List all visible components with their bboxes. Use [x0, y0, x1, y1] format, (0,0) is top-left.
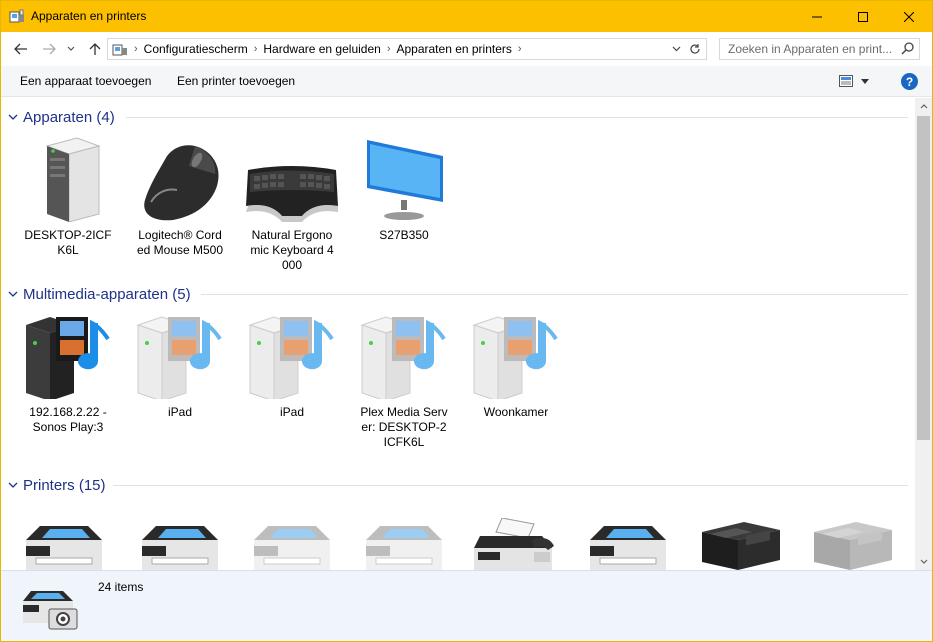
multifunction-printer-item[interactable]	[690, 502, 790, 570]
multifunction-printer-icon	[802, 502, 902, 570]
group-header-devices[interactable]: Apparaten (4)	[7, 107, 115, 127]
minimize-button[interactable]	[794, 1, 840, 32]
media-device-item[interactable]: Woonkamer	[466, 311, 566, 420]
media-device-label: 192.168.2.22 - Sonos Play:3	[29, 405, 107, 434]
back-button[interactable]	[12, 40, 30, 58]
change-view-button[interactable]	[839, 75, 869, 87]
media-device-icon	[354, 311, 454, 399]
computer-tower-icon	[18, 134, 118, 222]
device-item[interactable]: Logitech® Corded Mouse M500	[130, 134, 230, 258]
chevron-right-icon[interactable]: ›	[518, 43, 522, 55]
device-label: Natural Ergonomic Keyboard 4000	[250, 228, 334, 272]
fax-item[interactable]	[466, 502, 566, 570]
chevron-down-icon	[8, 291, 18, 297]
keyboard-icon	[242, 134, 342, 222]
item-count: 24 items	[98, 580, 144, 594]
group-title: Apparaten (4)	[23, 108, 115, 126]
printer-item[interactable]	[354, 502, 454, 570]
group-divider	[113, 485, 908, 486]
recent-locations-icon[interactable]	[64, 40, 78, 58]
devices-view: Apparaten (4) DESKTOP-2ICFK6L Logitech® …	[1, 98, 915, 570]
media-device-label: iPad	[167, 405, 193, 419]
media-device-item[interactable]: iPad	[130, 311, 230, 420]
refresh-icon[interactable]	[687, 41, 703, 57]
add-device-button[interactable]: Een apparaat toevoegen	[20, 74, 151, 88]
chevron-right-icon: ›	[386, 43, 391, 55]
scroll-down-icon[interactable]	[915, 553, 932, 570]
search-placeholder: Zoeken in Apparaten en print...	[728, 42, 893, 56]
monitor-icon	[354, 134, 454, 222]
search-icon[interactable]	[901, 42, 914, 58]
up-button[interactable]	[86, 40, 104, 58]
group-header-printers[interactable]: Printers (15)	[7, 475, 106, 495]
multifunction-printer-icon	[690, 502, 790, 570]
device-label: Logitech® Corded Mouse M500	[136, 228, 224, 257]
scrollbar-thumb[interactable]	[917, 116, 930, 440]
printer-icon	[242, 502, 342, 570]
title-bar[interactable]: Apparaten en printers	[1, 1, 932, 32]
breadcrumb-item[interactable]: Configuratiescherm	[144, 42, 248, 56]
device-item[interactable]: S27B350	[354, 134, 454, 243]
explorer-window: Apparaten en printers › Configuratiesche…	[0, 0, 933, 642]
device-item[interactable]: Natural Ergonomic Keyboard 4000	[242, 134, 342, 273]
printer-icon	[14, 502, 114, 570]
maximize-button[interactable]	[840, 1, 886, 32]
chevron-down-icon	[8, 482, 18, 488]
view-icon	[839, 75, 853, 87]
help-button[interactable]: ?	[901, 73, 918, 90]
device-label: DESKTOP-2ICFK6L	[24, 228, 112, 257]
printer-item[interactable]	[242, 502, 342, 570]
address-dropdown-icon[interactable]	[668, 41, 684, 57]
media-device-label: iPad	[279, 405, 305, 419]
chevron-right-icon: ›	[253, 43, 258, 55]
media-device-icon	[18, 311, 118, 399]
breadcrumb-item[interactable]: Apparaten en printers	[396, 42, 511, 56]
device-item[interactable]: DESKTOP-2ICFK6L	[18, 134, 118, 258]
breadcrumb: › Configuratiescherm › Hardware en gelui…	[108, 39, 528, 59]
media-device-icon	[466, 311, 566, 399]
group-divider	[201, 294, 908, 295]
address-row: › Configuratiescherm › Hardware en gelui…	[1, 32, 932, 66]
device-label: S27B350	[379, 228, 429, 242]
printer-item[interactable]	[14, 502, 114, 570]
close-button[interactable]	[886, 1, 932, 32]
media-device-icon	[130, 311, 230, 399]
media-device-item[interactable]: Plex Media Server: DESKTOP-2ICFK6L	[354, 311, 454, 450]
window-title: Apparaten en printers	[31, 9, 147, 23]
printer-item[interactable]	[578, 502, 678, 570]
mouse-icon	[130, 134, 230, 222]
media-device-item[interactable]: 192.168.2.22 - Sonos Play:3	[18, 311, 118, 435]
devices-printers-icon	[9, 9, 25, 24]
media-device-item[interactable]: iPad	[242, 311, 342, 420]
group-title: Printers (15)	[23, 476, 106, 494]
command-bar: Een apparaat toevoegen Een printer toevo…	[1, 66, 932, 97]
group-divider	[126, 117, 908, 118]
forward-button[interactable]	[40, 40, 58, 58]
search-input[interactable]: Zoeken in Apparaten en print...	[719, 38, 920, 60]
printer-camera-icon	[21, 587, 81, 636]
group-title: Multimedia-apparaten (5)	[23, 285, 191, 303]
chevron-down-icon	[861, 78, 869, 84]
media-device-label: Plex Media Server: DESKTOP-2ICFK6L	[360, 405, 448, 449]
control-panel-icon	[112, 42, 128, 57]
media-device-label: Woonkamer	[483, 405, 549, 419]
multifunction-printer-item[interactable]	[802, 502, 902, 570]
add-printer-button[interactable]: Een printer toevoegen	[177, 74, 295, 88]
chevron-right-icon: ›	[134, 43, 138, 55]
media-device-icon	[242, 311, 342, 399]
printer-icon	[354, 502, 454, 570]
details-pane: 24 items	[1, 570, 932, 641]
scroll-up-icon[interactable]	[915, 98, 932, 115]
printer-item[interactable]	[130, 502, 230, 570]
printer-icon	[130, 502, 230, 570]
chevron-down-icon	[8, 114, 18, 120]
printer-icon	[578, 502, 678, 570]
vertical-scrollbar[interactable]	[915, 98, 932, 570]
address-bar[interactable]: › Configuratiescherm › Hardware en gelui…	[107, 38, 707, 60]
fax-icon	[466, 502, 566, 570]
breadcrumb-item[interactable]: Hardware en geluiden	[263, 42, 380, 56]
group-header-multimedia[interactable]: Multimedia-apparaten (5)	[7, 284, 191, 304]
